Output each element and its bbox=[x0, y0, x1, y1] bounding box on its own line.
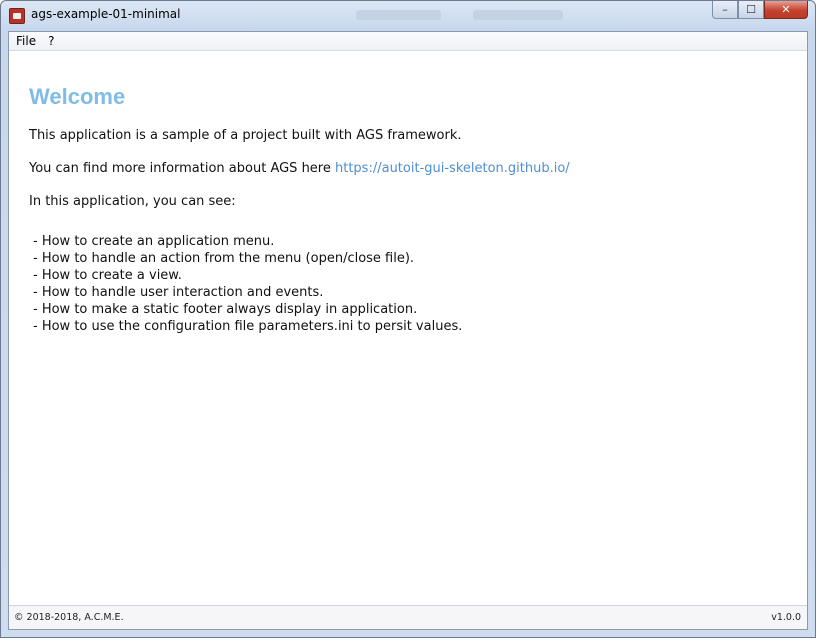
main-content: Welcome This application is a sample of … bbox=[9, 51, 807, 605]
page-title: Welcome bbox=[29, 84, 126, 109]
maximize-icon: ☐ bbox=[746, 3, 756, 16]
features-intro: In this application, you can see: bbox=[29, 194, 236, 209]
menu-bar: File ? bbox=[9, 32, 807, 51]
app-window: ags-example-01-minimal – ☐ ✕ File ? Welc… bbox=[0, 0, 816, 638]
title-bar[interactable]: ags-example-01-minimal – ☐ ✕ bbox=[1, 1, 815, 31]
features-list: - How to create an application menu. - H… bbox=[29, 233, 807, 335]
background-window-blur bbox=[473, 10, 563, 20]
background-window-blur bbox=[356, 10, 441, 20]
info-text: You can find more information about AGS … bbox=[29, 160, 807, 177]
list-item: - How to make a static footer always dis… bbox=[33, 302, 418, 317]
app-icon[interactable] bbox=[9, 8, 25, 24]
copyright-text: © 2018-2018, A.C.M.E. bbox=[14, 612, 124, 623]
menu-file[interactable]: File bbox=[16, 34, 36, 48]
window-title: ags-example-01-minimal bbox=[31, 7, 181, 21]
version-text: v1.0.0 bbox=[771, 612, 801, 623]
list-item: - How to use the configuration file para… bbox=[33, 319, 463, 334]
window-controls: – ☐ ✕ bbox=[712, 1, 808, 21]
status-footer: © 2018-2018, A.C.M.E. v1.0.0 bbox=[9, 605, 807, 629]
close-button[interactable]: ✕ bbox=[764, 1, 808, 19]
list-item: - How to handle an action from the menu … bbox=[33, 251, 415, 266]
minimize-button[interactable]: – bbox=[712, 1, 738, 19]
menu-help[interactable]: ? bbox=[48, 34, 54, 48]
minimize-icon: – bbox=[722, 3, 728, 16]
info-prefix: You can find more information about AGS … bbox=[29, 161, 335, 176]
list-item: - How to handle user interaction and eve… bbox=[33, 285, 324, 300]
client-area: File ? Welcome This application is a sam… bbox=[8, 31, 808, 630]
list-item: - How to create an application menu. bbox=[33, 234, 275, 249]
intro-text: This application is a sample of a projec… bbox=[29, 128, 462, 143]
ags-link[interactable]: https://autoit-gui-skeleton.github.io/ bbox=[335, 161, 570, 176]
maximize-button[interactable]: ☐ bbox=[738, 1, 764, 19]
list-item: - How to create a view. bbox=[33, 268, 182, 283]
close-icon: ✕ bbox=[781, 3, 791, 16]
